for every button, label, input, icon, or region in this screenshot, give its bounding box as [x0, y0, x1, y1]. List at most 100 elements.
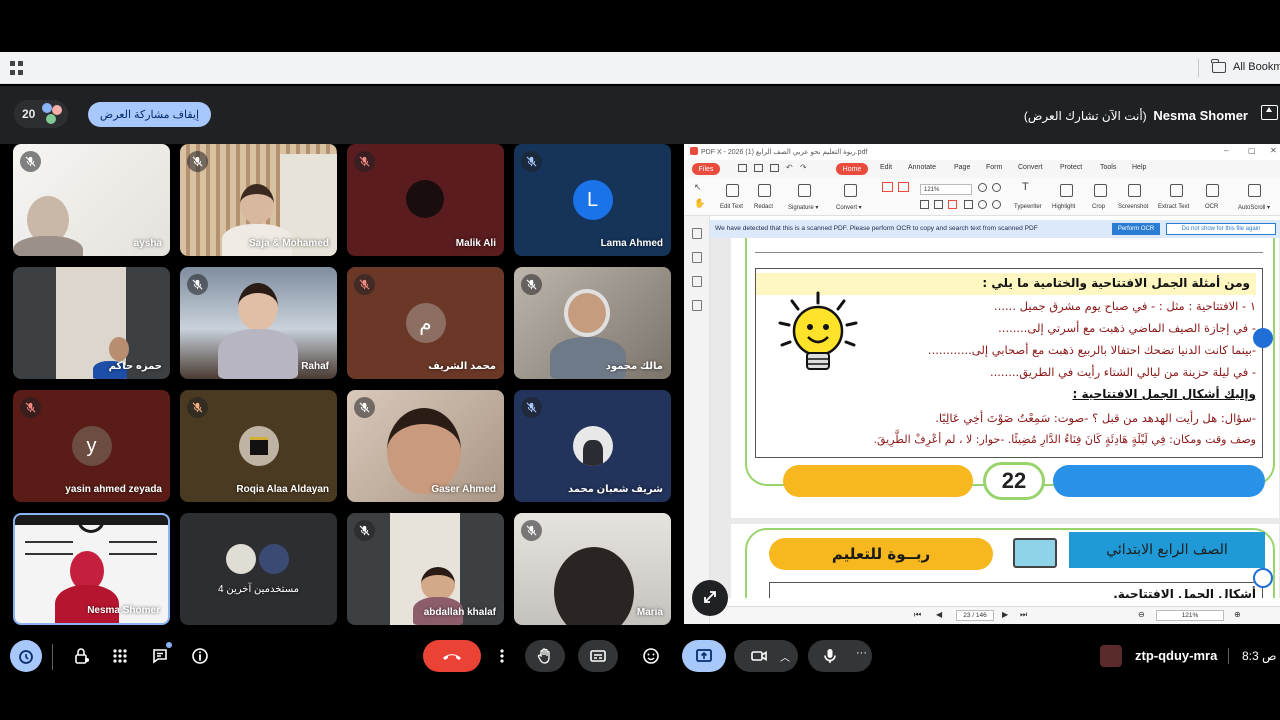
- participant-tile[interactable]: Rahaf: [180, 267, 337, 379]
- prev-page-icon[interactable]: ◀: [936, 610, 942, 619]
- bookmark-panel-icon[interactable]: [692, 228, 702, 239]
- all-bookmarks-link[interactable]: All Bookma: [1233, 61, 1280, 73]
- status-zoom-out-icon[interactable]: ⊖: [1138, 610, 1145, 619]
- fit-width-icon[interactable]: [898, 182, 909, 192]
- first-page-icon[interactable]: ⏮: [914, 610, 921, 620]
- timer-button[interactable]: [10, 640, 42, 672]
- view-scroll-icon[interactable]: [948, 200, 957, 209]
- activities-button[interactable]: [104, 640, 136, 672]
- tool-signature[interactable]: Signature ▾: [788, 204, 818, 211]
- stop-presenting-button[interactable]: إيقاف مشاركة العرض: [88, 102, 211, 127]
- participant-tile[interactable]: y yasin ahmed zeyada: [13, 390, 170, 502]
- page-indicator[interactable]: 23 / 146: [956, 610, 994, 621]
- participant-tile[interactable]: Roqia Alaa Aldayan: [180, 390, 337, 502]
- camera-options-chevron-icon[interactable]: ︿: [780, 649, 790, 664]
- tool-crop[interactable]: Crop: [1092, 204, 1105, 210]
- ai-assistant-icon[interactable]: [1253, 328, 1273, 348]
- microphone-button[interactable]: ···: [808, 640, 872, 672]
- menu-page[interactable]: Page: [954, 164, 970, 171]
- participant-tile[interactable]: Nesma Shomer: [13, 513, 170, 625]
- comments-panel-icon[interactable]: [692, 276, 702, 287]
- participant-tile[interactable]: Maria: [514, 513, 671, 625]
- captions-button[interactable]: [578, 640, 618, 672]
- perform-ocr-button[interactable]: Perform OCR: [1112, 223, 1160, 235]
- edit-text-icon[interactable]: [726, 184, 739, 197]
- participant-tile[interactable]: aysha: [13, 144, 170, 256]
- select-cursor-icon[interactable]: ↖: [694, 182, 702, 193]
- camera-button[interactable]: ︿: [734, 640, 798, 672]
- rotate-left-icon[interactable]: [978, 200, 987, 209]
- fit-page-icon[interactable]: [882, 182, 893, 192]
- chat-button[interactable]: [144, 640, 176, 672]
- save-icon[interactable]: [754, 164, 763, 172]
- menu-help[interactable]: Help: [1132, 164, 1146, 171]
- status-zoom-in-icon[interactable]: ⊕: [1234, 610, 1241, 619]
- minimize-icon[interactable]: –: [1224, 146, 1228, 155]
- print-icon[interactable]: [770, 164, 779, 172]
- typewriter-icon[interactable]: T: [1022, 181, 1029, 193]
- tool-ocr[interactable]: OCR: [1205, 204, 1218, 210]
- zoom-select[interactable]: 121%: [920, 184, 972, 195]
- next-page-icon[interactable]: ▶: [1002, 610, 1008, 619]
- participant-tile[interactable]: L Lama Ahmed: [514, 144, 671, 256]
- raise-hand-button[interactable]: [525, 640, 565, 672]
- participant-tile[interactable]: Gaser Ahmed: [347, 390, 504, 502]
- present-now-button[interactable]: [682, 640, 726, 672]
- ocr-icon[interactable]: [1206, 184, 1219, 197]
- status-zoom[interactable]: 121%: [1156, 610, 1224, 621]
- chat-assistant-icon[interactable]: [1253, 568, 1273, 588]
- menu-form[interactable]: Form: [986, 164, 1002, 171]
- reactions-button[interactable]: [635, 640, 667, 672]
- attachments-panel-icon[interactable]: [692, 300, 702, 311]
- view-double-icon[interactable]: [934, 200, 943, 209]
- tool-highlight[interactable]: Highlight: [1052, 204, 1075, 210]
- tool-autoscroll[interactable]: AutoScroll ▾: [1238, 204, 1270, 211]
- more-options-button[interactable]: [488, 640, 516, 672]
- menu-home[interactable]: Home: [836, 163, 868, 175]
- leave-call-button[interactable]: [423, 640, 481, 672]
- last-page-icon[interactable]: ⏭: [1020, 610, 1027, 620]
- thumbnails-panel-icon[interactable]: [692, 252, 702, 263]
- participant-tile[interactable]: مالك محمود: [514, 267, 671, 379]
- zoom-in-icon[interactable]: [992, 183, 1001, 192]
- menu-tools[interactable]: Tools: [1100, 164, 1116, 171]
- highlight-icon[interactable]: [1060, 184, 1073, 197]
- autoscroll-icon[interactable]: [1248, 184, 1261, 197]
- menu-protect[interactable]: Protect: [1060, 164, 1082, 171]
- participant-tile[interactable]: م محمد الشريف: [347, 267, 504, 379]
- close-icon[interactable]: ✕: [1270, 146, 1277, 155]
- tool-extract-text[interactable]: Extract Text: [1158, 204, 1189, 210]
- crop-icon[interactable]: [1094, 184, 1107, 197]
- participant-tile[interactable]: Malik Ali: [347, 144, 504, 256]
- tool-screenshot[interactable]: Screenshot: [1118, 204, 1148, 210]
- pdf-document-view[interactable]: ومن أمثلة الجمل الافتتاحية والختامية ما …: [710, 238, 1280, 598]
- screenshot-icon[interactable]: [1128, 184, 1141, 197]
- participant-tile[interactable]: Saja & Mohamed: [180, 144, 337, 256]
- apps-grid-icon[interactable]: [10, 61, 24, 75]
- menu-edit[interactable]: Edit: [880, 164, 892, 171]
- extract-text-icon[interactable]: [1170, 184, 1183, 197]
- signature-icon[interactable]: [798, 184, 811, 197]
- redact-icon[interactable]: [758, 184, 771, 197]
- mic-options-icon[interactable]: ···: [856, 647, 867, 659]
- view-book-icon[interactable]: [964, 200, 973, 209]
- view-single-icon[interactable]: [920, 200, 929, 209]
- participant-tile[interactable]: 4 مستخدمين آخرين: [180, 513, 337, 625]
- menu-annotate[interactable]: Annotate: [908, 164, 936, 171]
- rotate-right-icon[interactable]: [992, 200, 1001, 209]
- open-file-icon[interactable]: [738, 164, 747, 172]
- tool-edit-text[interactable]: Edit Text: [720, 204, 743, 210]
- tool-typewriter[interactable]: Typewriter: [1014, 204, 1042, 210]
- undo-icon[interactable]: ↶: [786, 163, 793, 172]
- redo-icon[interactable]: ↷: [800, 163, 807, 172]
- tool-convert[interactable]: Convert ▾: [836, 204, 862, 211]
- participant-tile[interactable]: شريف شعبان محمد: [514, 390, 671, 502]
- folder-icon[interactable]: [1211, 59, 1226, 73]
- maximize-icon[interactable]: ▢: [1248, 146, 1256, 155]
- meeting-info-button[interactable]: [184, 640, 216, 672]
- hand-tool-icon[interactable]: ✋: [694, 198, 705, 209]
- expand-presentation-button[interactable]: [692, 580, 728, 616]
- zoom-out-icon[interactable]: [978, 183, 987, 192]
- dont-show-again-button[interactable]: Do not show for this file again: [1166, 223, 1276, 235]
- convert-icon[interactable]: [844, 184, 857, 197]
